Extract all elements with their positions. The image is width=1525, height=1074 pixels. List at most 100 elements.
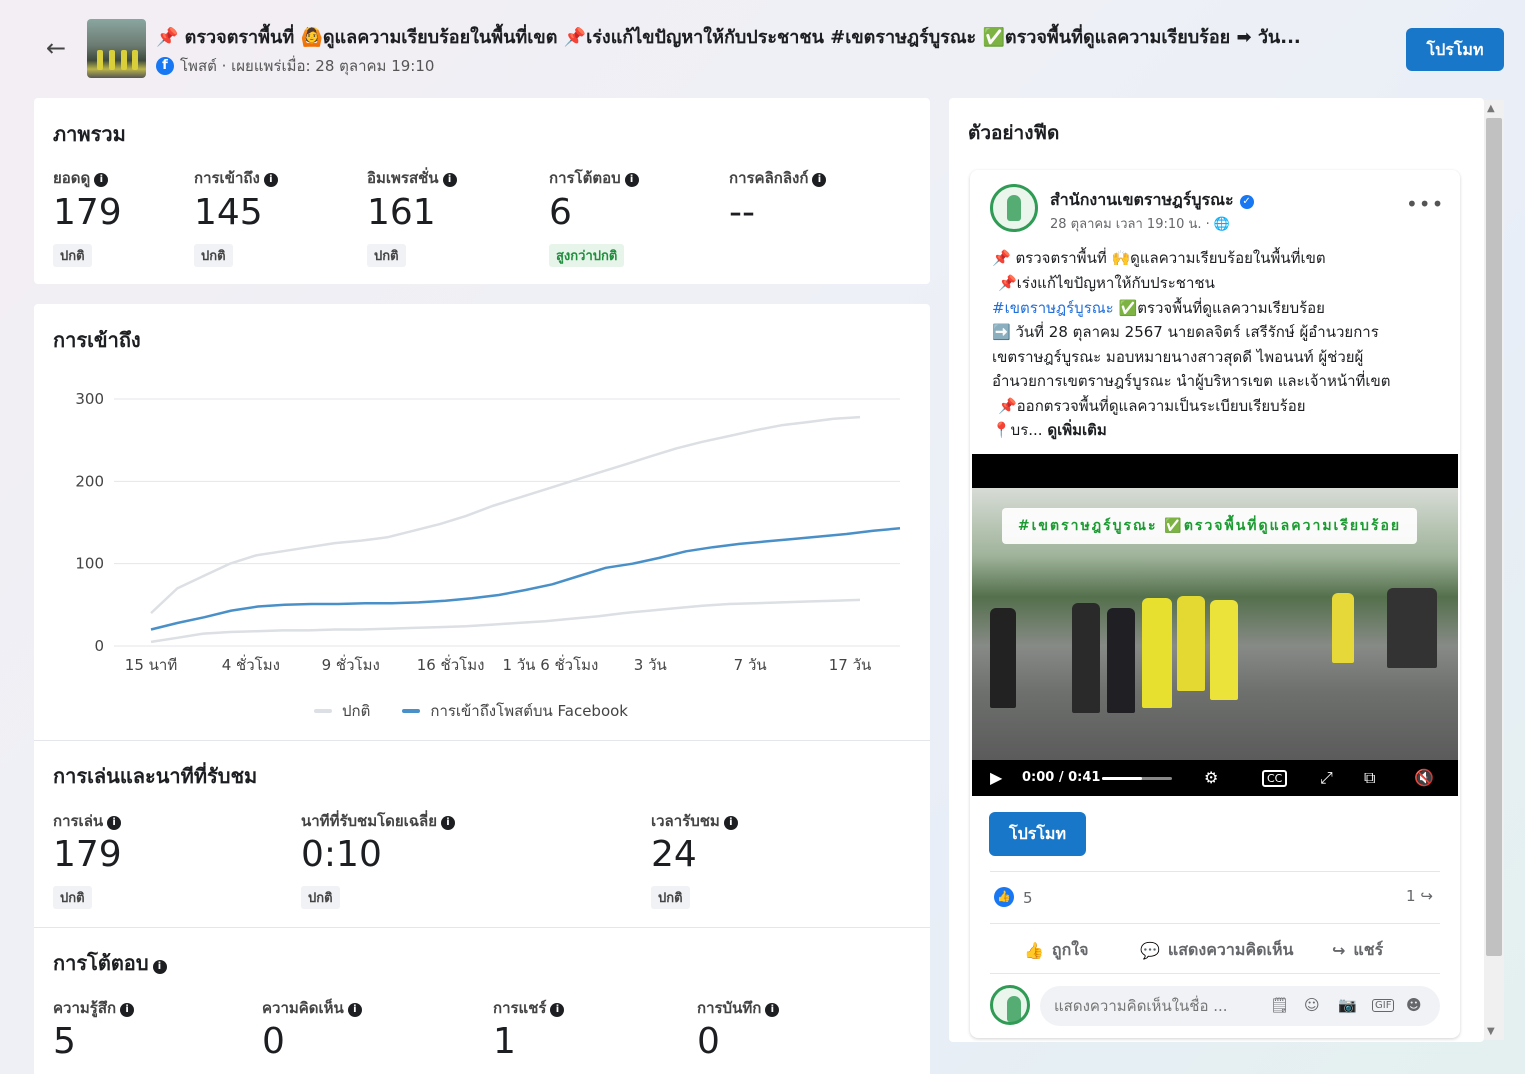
- facebook-post-preview: สำนักงานเขตราษฎร์บูรณะ ✓ 28 ตุลาคม เวลา 1…: [970, 170, 1460, 1038]
- metric-engagement-label: การโต้ตอบ i: [549, 166, 639, 190]
- metric-reach-label: การเข้าถึง i: [194, 166, 278, 190]
- like-reaction-icon[interactable]: 👍: [994, 887, 1014, 907]
- scroll-up-arrow[interactable]: ▲: [1487, 103, 1495, 114]
- video-frame[interactable]: #เขตราษฎร์บูรณะ ✅ตรวจพื้นที่ดูแลความเรีย…: [972, 488, 1458, 760]
- post-text-line: อำนวยการเขตราษฎร์บูรณะ นำผู้บริหารเขต แล…: [992, 372, 1391, 390]
- metric-comments-value: 0: [262, 1021, 285, 1062]
- see-more-link[interactable]: ดูเพิ่มเติม: [1047, 421, 1106, 439]
- metric-engagement-status: สูงกว่าปกติ: [549, 244, 625, 267]
- metric-saves-value: 0: [697, 1021, 720, 1062]
- hashtag-link[interactable]: #เขตราษฎร์บูรณะ: [992, 299, 1114, 317]
- metric-avg-watch-label: นาทีที่รับชมโดยเฉลี่ย i: [301, 809, 456, 833]
- post-title: 📌 ตรวจตราพื้นที่ 🙆ดูแลความเรียบร้อยในพื้…: [156, 27, 1301, 48]
- x-tick-label: 17 วัน: [829, 656, 872, 674]
- reach-line-chart: 0 100 200 300 15 นาที 4 ชั่วโมง 9 ชั่วโมง 16 ชั…: [75, 390, 901, 674]
- metric-watch-time-status: ปกติ: [651, 886, 690, 909]
- info-icon[interactable]: i: [550, 1003, 565, 1017]
- y-tick-label: 0: [94, 637, 104, 655]
- legend-normal-swatch: [314, 709, 332, 713]
- post-text-line: 📌เร่งแก้ไขปัญหาให้กับประชาชน: [998, 274, 1215, 292]
- share-action[interactable]: ↪ แชร์: [1332, 938, 1383, 963]
- series-line-normal: [150, 415, 861, 615]
- play-icon[interactable]: ▶: [990, 768, 1002, 787]
- info-icon[interactable]: i: [812, 173, 827, 187]
- info-icon[interactable]: i: [442, 173, 457, 187]
- share-count[interactable]: 1 ↪: [1406, 887, 1433, 905]
- overview-title: ภาพรวม: [53, 122, 126, 146]
- x-tick-label: 15 นาที: [125, 656, 177, 674]
- legend-normal[interactable]: ปกติ: [314, 699, 370, 723]
- post-subtitle: f โพสต์ · เผยแพร่เมื่อ: 28 ตุลาคม 19:10: [156, 54, 434, 78]
- post-divider: [990, 871, 1440, 872]
- promote-post-button[interactable]: โปรโมท: [989, 812, 1086, 856]
- video-player[interactable]: #เขตราษฎร์บูรณะ ✅ตรวจพื้นที่ดูแลความเรีย…: [972, 454, 1458, 796]
- more-options-icon[interactable]: •••: [1406, 192, 1444, 216]
- metric-avg-watch-status: ปกติ: [301, 886, 340, 909]
- avatar-sticker-icon[interactable]: ☻: [1406, 996, 1422, 1014]
- post-text-line: 📍บร... ดูเพิ่มเติม: [992, 421, 1107, 439]
- commenter-avatar[interactable]: [990, 985, 1030, 1025]
- metric-reactions-value: 5: [53, 1021, 76, 1062]
- info-icon[interactable]: i: [765, 1003, 780, 1017]
- metric-views-value: 179: [53, 192, 122, 233]
- feed-preview-title: ตัวอย่างฟีด: [968, 122, 1060, 144]
- page-logo[interactable]: [990, 184, 1038, 232]
- chart-legend: ปกติ การเข้าถึงโพสต์บน Facebook: [314, 699, 628, 723]
- metric-reach-status: ปกติ: [194, 244, 233, 267]
- x-tick-label: 4 ชั่วโมง: [222, 654, 280, 674]
- camera-icon[interactable]: 📷: [1338, 996, 1357, 1014]
- reaction-count[interactable]: 5: [1023, 889, 1033, 907]
- captions-cc-icon[interactable]: CC: [1262, 770, 1288, 787]
- info-icon[interactable]: i: [152, 960, 167, 974]
- info-icon[interactable]: i: [347, 1003, 362, 1017]
- facebook-icon: f: [156, 57, 174, 75]
- post-text-line: #เขตราษฎร์บูรณะ ✅ตรวจพื้นที่ดูแลความเรีย…: [992, 299, 1325, 317]
- legend-facebook-reach[interactable]: การเข้าถึงโพสต์บน Facebook: [402, 699, 628, 723]
- metric-watch-time-value: 24: [651, 834, 697, 875]
- sticker-icon[interactable]: 🗒: [1270, 996, 1289, 1014]
- volume-slider[interactable]: [1102, 777, 1172, 780]
- page-name[interactable]: สำนักงานเขตราษฎร์บูรณะ ✓: [1050, 188, 1254, 213]
- fullscreen-icon[interactable]: ⤢: [1320, 768, 1333, 788]
- reach-card: การเข้าถึง 0 100 200 300 15 นาที 4 ชั่วโมง 9 ช…: [34, 304, 930, 1074]
- like-action[interactable]: 👍 ถูกใจ: [1024, 938, 1088, 963]
- metric-reach-value: 145: [194, 192, 263, 233]
- metric-comments-label: ความคิดเห็น i: [262, 996, 362, 1020]
- info-icon[interactable]: i: [107, 816, 122, 830]
- section-divider: [34, 927, 930, 928]
- x-tick-label: 1 วัน 6 ชั่วโมง: [502, 654, 598, 674]
- metric-impressions-value: 161: [367, 192, 436, 233]
- mute-volume-icon[interactable]: 🔇: [1414, 768, 1434, 787]
- post-divider: [990, 973, 1440, 974]
- post-thumbnail: [87, 19, 146, 78]
- info-icon[interactable]: i: [624, 173, 639, 187]
- post-publish-info: โพสต์ · เผยแพร่เมื่อ: 28 ตุลาคม 19:10: [180, 57, 435, 75]
- section-divider: [34, 740, 930, 741]
- info-icon[interactable]: i: [441, 816, 456, 830]
- x-tick-label: 16 ชั่วโมง: [417, 654, 485, 674]
- scroll-down-arrow[interactable]: ▼: [1487, 1026, 1495, 1037]
- picture-in-picture-icon[interactable]: ⧉: [1364, 768, 1375, 788]
- promote-button[interactable]: โปรโมท: [1406, 28, 1504, 71]
- legend-normal-label: ปกติ: [342, 702, 371, 720]
- scrollbar-thumb[interactable]: [1486, 118, 1502, 956]
- share-arrow-icon: ↪: [1332, 941, 1346, 960]
- settings-gear-icon[interactable]: ⚙: [1204, 768, 1218, 787]
- post-meta: 28 ตุลาคม เวลา 19:10 น. · 🌐: [1050, 217, 1231, 232]
- info-icon[interactable]: i: [120, 1003, 135, 1017]
- info-icon[interactable]: i: [94, 173, 109, 187]
- metric-avg-watch-value: 0:10: [301, 834, 382, 875]
- x-tick-label: 3 วัน: [634, 656, 667, 674]
- video-controls: ▶ 0:00 / 0:41 ⚙ CC ⤢ ⧉ 🔇: [972, 760, 1458, 796]
- info-icon[interactable]: i: [723, 816, 738, 830]
- post-text-line: 📌ออกตรวจพื้นที่ดูแลความเป็นระเบียบเรียบร…: [998, 397, 1306, 415]
- overview-card: ภาพรวม ยอดดู i 179 ปกติ การเข้าถึง i 145 ป…: [34, 98, 930, 284]
- gif-icon[interactable]: GIF: [1372, 999, 1395, 1012]
- info-icon[interactable]: i: [263, 173, 278, 187]
- post-header: ← 📌 ตรวจตราพื้นที่ 🙆ดูแลความเรียบร้อยในพ…: [0, 0, 1525, 95]
- metric-plays-status: ปกติ: [53, 886, 92, 909]
- video-caption-banner: #เขตราษฎร์บูรณะ ✅ตรวจพื้นที่ดูแลความเรีย…: [1002, 508, 1417, 544]
- back-arrow-icon[interactable]: ←: [42, 34, 70, 62]
- emoji-icon[interactable]: ☺: [1304, 996, 1320, 1014]
- comment-action[interactable]: 💬 แสดงความคิดเห็น: [1140, 938, 1293, 963]
